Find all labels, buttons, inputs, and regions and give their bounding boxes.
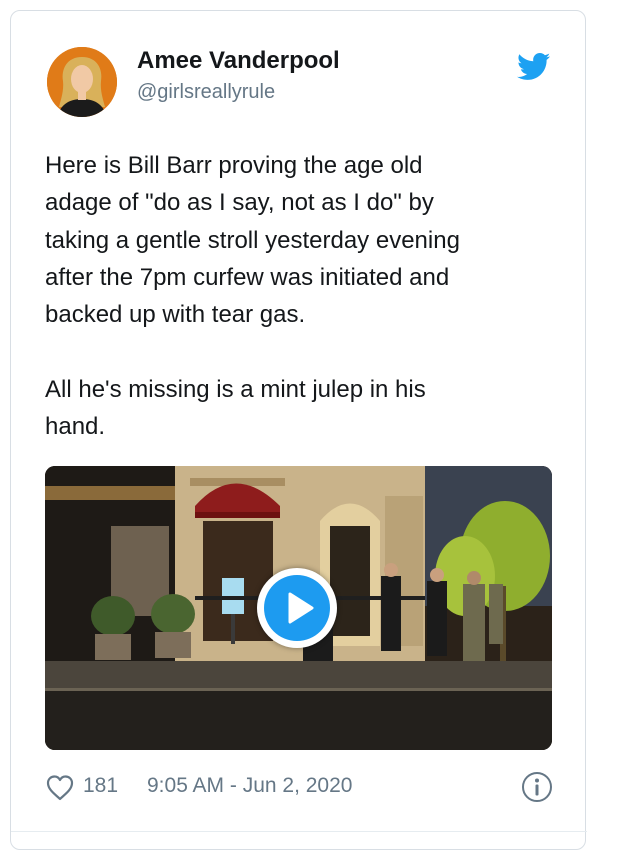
avatar[interactable] <box>47 47 117 117</box>
divider <box>11 831 587 832</box>
play-button[interactable] <box>257 568 337 648</box>
video-player[interactable] <box>45 466 552 750</box>
heart-icon[interactable] <box>45 774 75 801</box>
avatar-image <box>47 47 117 117</box>
author-name[interactable]: Amee Vanderpool <box>137 47 340 75</box>
tweet-card: Amee Vanderpool @girlsreallyrule Here is… <box>10 10 587 850</box>
tweet-timestamp[interactable]: 9:05 AM - Jun 2, 2020 <box>147 774 352 798</box>
twitter-bird-icon[interactable] <box>517 53 551 81</box>
like-count: 181 <box>83 774 119 797</box>
tweet-footer: 181 9:05 AM - Jun 2, 2020 <box>45 771 555 805</box>
info-icon[interactable] <box>521 771 553 803</box>
play-icon <box>264 575 330 641</box>
tweet-text: Here is Bill Barr proving the age old ad… <box>45 152 460 441</box>
author-handle[interactable]: @girlsreallyrule <box>137 81 275 104</box>
